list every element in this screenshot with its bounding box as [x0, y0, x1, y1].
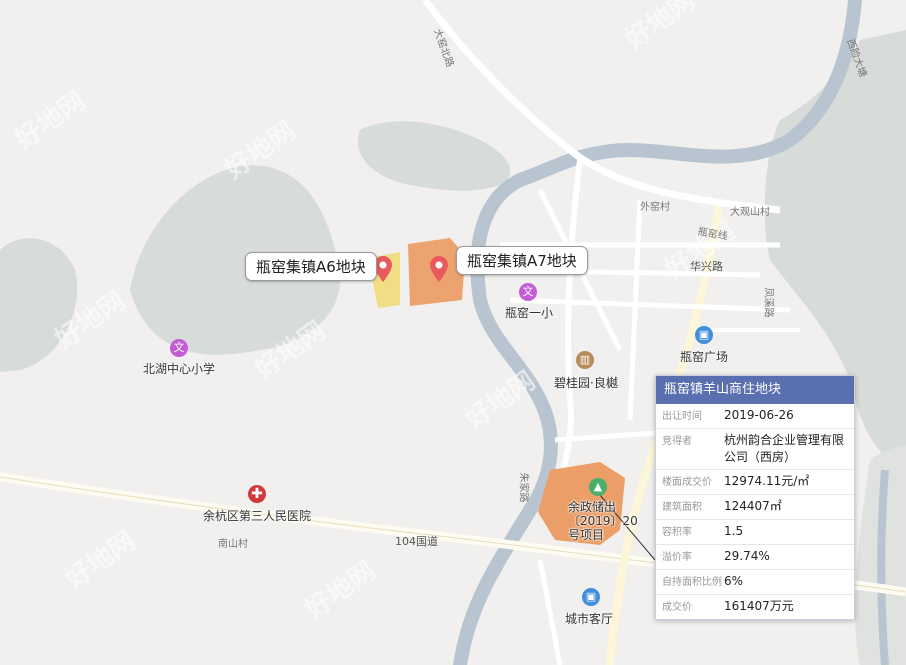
parcel-callout-a7[interactable]: 瓶窑集镇A7地块 [456, 246, 588, 275]
info-row: 容积率 1.5 [656, 520, 854, 545]
poi-label-hospital[interactable]: 余杭区第三人民医院 [203, 507, 311, 524]
info-row: 成交价 161407万元 [656, 595, 854, 619]
info-row: 溢价率 29.74% [656, 545, 854, 570]
road-label-huaxing: 华兴路 [690, 260, 723, 273]
residence-icon[interactable]: ▥ [576, 351, 594, 369]
info-value: 2019-06-26 [724, 408, 794, 422]
road-label-daguanshan: 大观山村 [730, 207, 770, 218]
parcel-info-card[interactable]: 瓶窑镇羊山商住地块 出让时间 2019-06-26 竞得者 杭州韵合企业管理有限… [655, 375, 855, 620]
poi-label-project[interactable]: 余政储出〔2019〕20号项目 [568, 500, 648, 542]
info-value: 124407㎡ [724, 499, 782, 513]
location-pin-icon[interactable] [430, 256, 448, 282]
info-value: 杭州韵合企业管理有限公司（西房） [724, 433, 845, 464]
info-key: 成交价 [662, 602, 692, 613]
road-label-waiyao: 外窑村 [640, 202, 670, 213]
info-key: 容积率 [662, 527, 692, 538]
poi-label-residence[interactable]: 碧桂园·良樾 [554, 374, 618, 391]
hill-area-north [358, 121, 511, 191]
project-icon[interactable]: ▲ [589, 478, 607, 496]
poi-label-plaza[interactable]: 瓶窑广场 [680, 348, 728, 365]
shopping-icon[interactable]: ▣ [582, 588, 600, 606]
poi-label-school2[interactable]: 北湖中心小学 [143, 360, 215, 377]
school-icon[interactable]: 文 [519, 283, 537, 301]
info-key: 溢价率 [662, 552, 692, 563]
parcel-callout-a6[interactable]: 瓶窑集镇A6地块 [245, 252, 377, 281]
info-key: 建筑面积 [662, 502, 702, 513]
info-key: 楼面成交价 [662, 477, 712, 488]
info-key: 出让时间 [662, 411, 702, 422]
road-label-104: 104国道 [395, 535, 438, 548]
info-key: 自持面积比例 [662, 577, 722, 588]
road-grid-5 [627, 199, 643, 421]
road-south [537, 559, 563, 665]
info-card-title: 瓶窑镇羊山商住地块 [656, 376, 854, 404]
school-icon[interactable]: 文 [170, 339, 188, 357]
road-label-fengxi: 凤溪路 [762, 287, 774, 318]
info-row: 自持面积比例 6% [656, 570, 854, 595]
shopping-icon[interactable]: ▣ [695, 326, 713, 344]
info-value: 161407万元 [724, 599, 794, 613]
poi-label-hall[interactable]: 城市客厅 [565, 610, 613, 627]
info-value: 12974.11元/㎡ [724, 474, 810, 488]
info-row: 出让时间 2019-06-26 [656, 404, 854, 429]
map-canvas[interactable]: 好地网 好地网 好地网 好地网 好地网 好地网 好地网 好地网 好地网 104国… [0, 0, 906, 665]
hospital-icon[interactable]: ✚ [248, 485, 266, 503]
info-value: 6% [724, 574, 744, 588]
info-value: 1.5 [724, 524, 744, 538]
river-branch [877, 469, 889, 665]
poi-label-school1[interactable]: 瓶窑一小 [505, 304, 553, 321]
info-row: 竞得者 杭州韵合企业管理有限公司（西房） [656, 429, 854, 470]
info-value: 29.74% [724, 549, 770, 563]
info-key: 竞得者 [662, 436, 692, 447]
info-row: 建筑面积 124407㎡ [656, 495, 854, 520]
road-label-nanshan: 南山村 [218, 539, 248, 550]
info-row: 楼面成交价 12974.11元/㎡ [656, 470, 854, 495]
road-label-zhujia: 朱家路 [517, 472, 529, 503]
